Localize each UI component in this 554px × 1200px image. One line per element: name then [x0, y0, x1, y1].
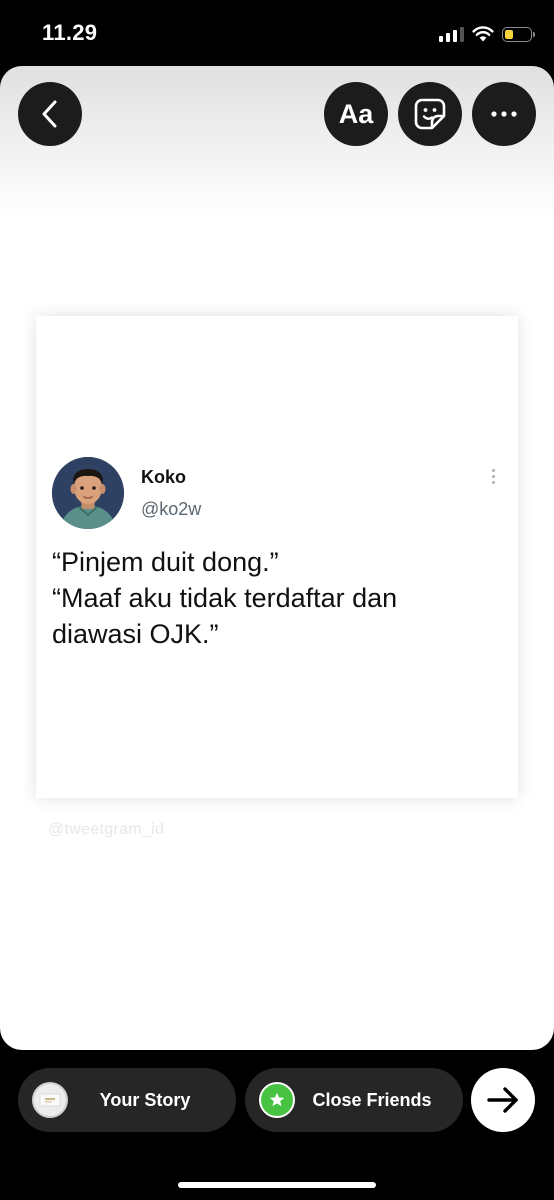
tweet-line: “Maaf aku tidak terdaftar dan — [52, 583, 398, 613]
tweet-line: “Pinjem duit dong.” — [52, 547, 279, 577]
tweet-author-name: Koko — [141, 467, 186, 487]
tweet-author-handle: @ko2w — [141, 499, 202, 519]
watermark: @tweetgram_id — [48, 821, 165, 838]
battery-icon — [502, 26, 535, 42]
close-friends-star-icon — [259, 1082, 295, 1118]
text-tool-label: Aa — [338, 98, 374, 129]
share-bar: Your Story Close Friends — [0, 1050, 554, 1200]
status-icons — [439, 22, 535, 46]
your-story-button[interactable]: Your Story — [18, 1068, 236, 1132]
avatar — [52, 457, 124, 529]
avatar-portrait-icon — [52, 457, 124, 529]
back-button[interactable] — [18, 82, 82, 146]
text-tool-button[interactable]: Aa — [324, 82, 388, 146]
tweet-line: diawasi OJK.” — [52, 619, 219, 649]
story-thumbnail-icon — [32, 1082, 68, 1118]
sticker-icon — [414, 98, 446, 130]
send-button[interactable] — [471, 1068, 535, 1132]
tweet-text: “Pinjem duit dong.” “Maaf aku tidak terd… — [52, 544, 502, 652]
battery-fill — [505, 29, 514, 39]
more-horizontal-icon — [491, 111, 517, 117]
your-story-label: Your Story — [99, 1089, 191, 1110]
top-gradient — [0, 66, 554, 216]
chevron-left-icon — [42, 100, 57, 128]
tweet-card[interactable]: Koko @ko2w “Pinjem duit dong.” “Maaf aku… — [36, 316, 518, 798]
story-canvas[interactable]: Aa Koko @ko2w “Pinjem duit dong.” “Maaf … — [0, 66, 554, 1050]
sticker-button[interactable] — [398, 82, 462, 146]
tweet-more-vertical-icon — [490, 469, 496, 484]
close-friends-button[interactable]: Close Friends — [245, 1068, 463, 1132]
cellular-signal-icon — [439, 26, 464, 42]
more-options-button[interactable] — [472, 82, 536, 146]
close-friends-label: Close Friends — [312, 1089, 432, 1110]
home-indicator[interactable] — [178, 1182, 376, 1188]
arrow-right-icon — [487, 1087, 518, 1113]
status-time: 11.29 — [42, 20, 98, 45]
wifi-icon — [472, 26, 494, 42]
status-bar: 11.29 — [0, 0, 554, 66]
